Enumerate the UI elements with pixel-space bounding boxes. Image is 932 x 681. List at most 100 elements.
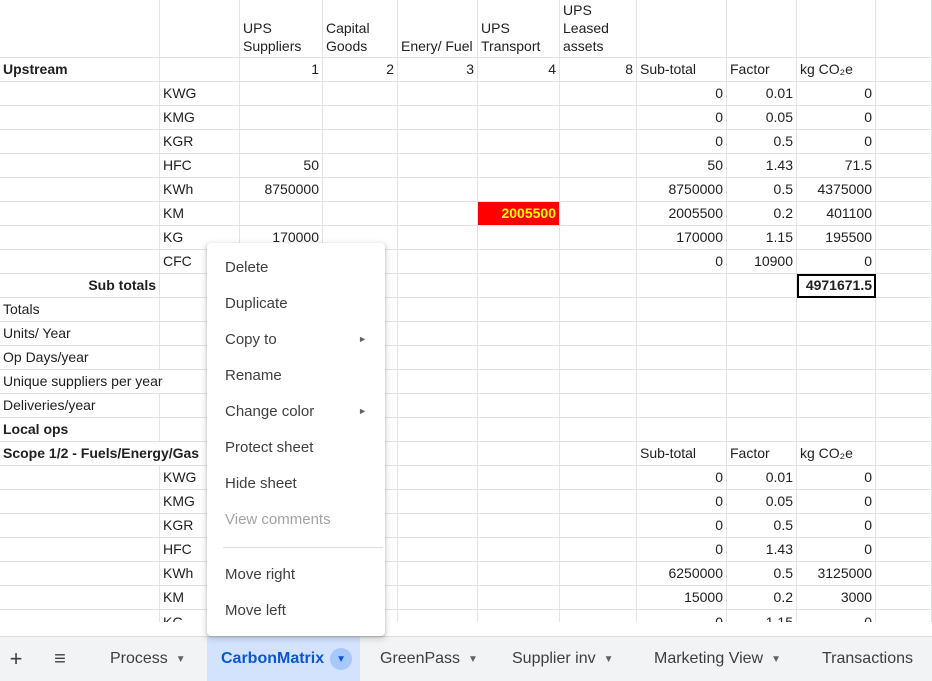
- cell[interactable]: [0, 82, 160, 106]
- kg-cell[interactable]: 3125000: [797, 562, 876, 586]
- kg-cell[interactable]: 0: [797, 106, 876, 130]
- subtotal-header[interactable]: Sub-total: [637, 58, 727, 82]
- tab-carbonmatrix[interactable]: CarbonMatrix ▼: [207, 637, 361, 681]
- kg-co2e-header[interactable]: kg CO₂e: [797, 58, 876, 82]
- cell[interactable]: [797, 346, 876, 370]
- cell[interactable]: [323, 82, 398, 106]
- kg-cell[interactable]: 0: [797, 130, 876, 154]
- cell[interactable]: [876, 82, 932, 106]
- cell[interactable]: [876, 610, 932, 622]
- cell[interactable]: [0, 514, 160, 538]
- cell[interactable]: [637, 370, 727, 394]
- cell[interactable]: [560, 538, 637, 562]
- subtotals-label[interactable]: Sub totals: [0, 274, 160, 298]
- value-cell[interactable]: 8750000: [240, 178, 323, 202]
- menu-item-change-color[interactable]: Change color ►: [207, 394, 385, 428]
- cell[interactable]: [0, 106, 160, 130]
- subtotal-cell[interactable]: 0: [637, 490, 727, 514]
- menu-item-rename[interactable]: Rename: [207, 358, 385, 392]
- scope-label[interactable]: Scope 1/2 - Fuels/Energy/Gas: [0, 442, 199, 466]
- cell[interactable]: [560, 442, 637, 466]
- cell[interactable]: [876, 106, 932, 130]
- kg-cell[interactable]: 195500: [797, 226, 876, 250]
- cell[interactable]: [797, 394, 876, 418]
- factor-cell[interactable]: 0.2: [727, 202, 797, 226]
- header-energy-fuel[interactable]: Enery/ Fuel: [398, 0, 478, 58]
- subtotal-cell[interactable]: 15000: [637, 586, 727, 610]
- cell[interactable]: [398, 586, 478, 610]
- cell[interactable]: [478, 346, 560, 370]
- value-cell[interactable]: 50: [240, 154, 323, 178]
- kg-cell[interactable]: 3000: [797, 586, 876, 610]
- subtotal-cell[interactable]: 0: [637, 610, 727, 622]
- factor-cell[interactable]: 0.01: [727, 82, 797, 106]
- cell[interactable]: [727, 370, 797, 394]
- cell[interactable]: [876, 562, 932, 586]
- cell[interactable]: [560, 586, 637, 610]
- column-number[interactable]: 3: [398, 58, 478, 82]
- unit-cell[interactable]: KMG: [160, 106, 240, 130]
- cell[interactable]: [876, 298, 932, 322]
- upstream-label[interactable]: Upstream: [0, 58, 160, 82]
- subtotal-cell[interactable]: 50: [637, 154, 727, 178]
- add-sheet-button[interactable]: +: [4, 645, 28, 673]
- cell[interactable]: [727, 298, 797, 322]
- cell[interactable]: [560, 154, 637, 178]
- cell[interactable]: [0, 226, 160, 250]
- cell[interactable]: [0, 466, 160, 490]
- cell[interactable]: [398, 298, 478, 322]
- op-days-label[interactable]: Op Days/year: [0, 346, 160, 370]
- subtotal-cell[interactable]: 0: [637, 106, 727, 130]
- highlighted-transport-cell[interactable]: 2005500: [478, 202, 560, 226]
- factor-cell[interactable]: 0.5: [727, 514, 797, 538]
- menu-item-delete[interactable]: Delete: [207, 250, 385, 284]
- cell[interactable]: [160, 0, 240, 58]
- cell[interactable]: [478, 394, 560, 418]
- cell[interactable]: [560, 130, 637, 154]
- value-cell[interactable]: [240, 106, 323, 130]
- subtotal-cell[interactable]: 170000: [637, 226, 727, 250]
- cell[interactable]: [797, 322, 876, 346]
- cell[interactable]: [478, 298, 560, 322]
- factor-cell[interactable]: 1.15: [727, 226, 797, 250]
- cell[interactable]: [797, 0, 876, 58]
- factor-cell[interactable]: 1.15: [727, 610, 797, 622]
- totals-label[interactable]: Totals: [0, 298, 160, 322]
- subtotals-value[interactable]: 4971671.5: [797, 274, 876, 298]
- value-cell[interactable]: [240, 130, 323, 154]
- cell[interactable]: [637, 322, 727, 346]
- cell[interactable]: [398, 538, 478, 562]
- cell[interactable]: [876, 130, 932, 154]
- cell[interactable]: [478, 466, 560, 490]
- value-cell[interactable]: [478, 154, 560, 178]
- cell[interactable]: [478, 274, 560, 298]
- header-capital-goods[interactable]: Capital Goods: [323, 0, 398, 58]
- value-cell[interactable]: [478, 106, 560, 130]
- factor-header[interactable]: Factor: [727, 58, 797, 82]
- cell[interactable]: [876, 58, 932, 82]
- cell[interactable]: [398, 490, 478, 514]
- column-number[interactable]: 8: [560, 58, 637, 82]
- cell[interactable]: [727, 274, 797, 298]
- tab-marketing-view[interactable]: Marketing View ▼: [654, 637, 781, 681]
- cell[interactable]: [0, 250, 160, 274]
- subtotal-cell[interactable]: 0: [637, 250, 727, 274]
- chevron-down-icon[interactable]: ▼: [468, 654, 478, 665]
- cell[interactable]: [323, 154, 398, 178]
- cell[interactable]: [876, 538, 932, 562]
- cell[interactable]: [398, 346, 478, 370]
- subtotal-cell[interactable]: 6250000: [637, 562, 727, 586]
- kg-cell[interactable]: 0: [797, 250, 876, 274]
- units-year-label[interactable]: Units/ Year: [0, 322, 160, 346]
- cell[interactable]: [637, 274, 727, 298]
- deliveries-label[interactable]: Deliveries/year: [0, 394, 160, 418]
- cell[interactable]: [876, 466, 932, 490]
- subtotal-cell[interactable]: 0: [637, 514, 727, 538]
- kg-cell[interactable]: 71.5: [797, 154, 876, 178]
- column-number[interactable]: 4: [478, 58, 560, 82]
- kg-cell[interactable]: 0: [797, 538, 876, 562]
- cell[interactable]: [637, 0, 727, 58]
- cell[interactable]: [323, 178, 398, 202]
- cell[interactable]: [876, 442, 932, 466]
- kg-cell[interactable]: 0: [797, 490, 876, 514]
